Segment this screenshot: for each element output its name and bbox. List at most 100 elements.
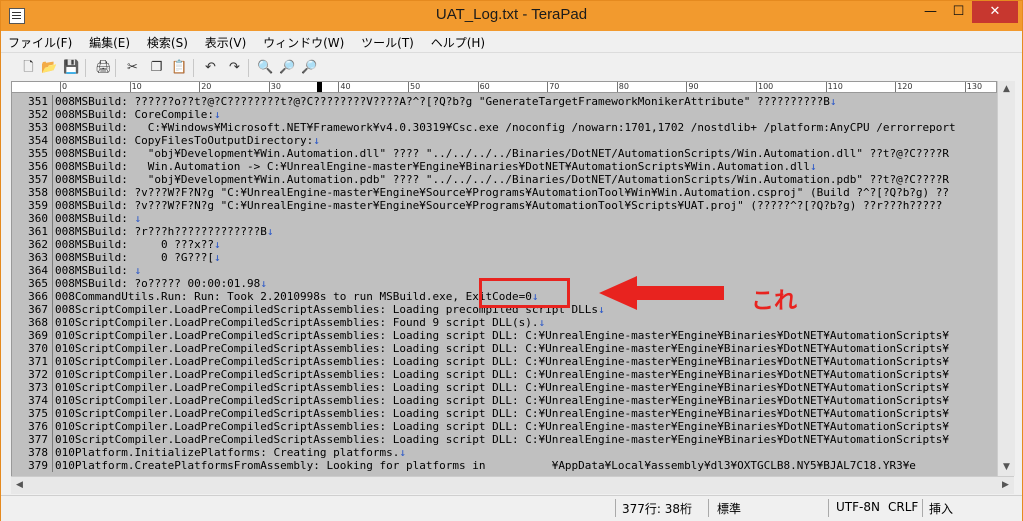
text-line[interactable]: 372 010ScriptCompiler.LoadPreCompiledScri…: [12, 368, 998, 381]
text-line[interactable]: 361 008MSBuild: ?r???h?????????????B↓: [12, 225, 998, 238]
scroll-up-icon[interactable]: ▲: [998, 81, 1015, 98]
text-line[interactable]: 354 008MSBuild: CopyFilesToOutputDirector…: [12, 134, 998, 147]
redo-icon[interactable]: ↷: [225, 58, 244, 77]
line-text: 010ScriptCompiler.LoadPreCompiledScriptA…: [55, 355, 950, 368]
status-divider: [708, 499, 709, 517]
gutter-separator: [52, 381, 53, 394]
scroll-down-icon[interactable]: ▼: [998, 459, 1015, 476]
close-button[interactable]: ✕: [972, 1, 1018, 23]
text-line[interactable]: 362 008MSBuild: 0 ???x??↓: [12, 238, 998, 251]
text-line[interactable]: 375 010ScriptCompiler.LoadPreCompiledScri…: [12, 407, 998, 420]
undo-icon[interactable]: ↶: [201, 58, 220, 77]
gutter-separator: [52, 355, 53, 368]
gutter-separator: [52, 277, 53, 290]
menu-window[interactable]: ウィンドウ(W): [256, 31, 350, 52]
print-icon[interactable]: 🖨: [94, 58, 113, 77]
text-line[interactable]: 369 010ScriptCompiler.LoadPreCompiledScri…: [12, 329, 998, 342]
line-number: 362: [28, 238, 48, 251]
gutter-separator: [52, 199, 53, 212]
line-number: 360: [28, 212, 48, 225]
line-return-mark: ↓: [266, 225, 274, 238]
gutter-separator: [52, 329, 53, 342]
text-line[interactable]: 378 010Platform.InitializePlatforms: Crea…: [12, 446, 998, 459]
text-line[interactable]: 358 008MSBuild: ?v???W?F?N?g "C:¥UnrealEn…: [12, 186, 998, 199]
line-text: 008MSBuild: ?v???W?F?N?g "C:¥UnrealEngin…: [55, 199, 943, 212]
line-text: 010Platform.InitializePlatforms: Creatin…: [55, 446, 400, 459]
text-line[interactable]: 353 008MSBuild: C:¥Windows¥Microsoft.NET¥…: [12, 121, 998, 134]
open-folder-icon[interactable]: 📂: [40, 58, 59, 77]
line-text: 010ScriptCompiler.LoadPreCompiledScriptA…: [55, 433, 950, 446]
text-line[interactable]: 374 010ScriptCompiler.LoadPreCompiledScri…: [12, 394, 998, 407]
text-line[interactable]: 357 008MSBuild: "obj¥Development¥Win.Auto…: [12, 173, 998, 186]
cut-icon[interactable]: ✂: [123, 58, 142, 77]
gutter-separator: [52, 264, 53, 277]
gutter-separator: [52, 420, 53, 433]
find-icon[interactable]: 🔍: [256, 58, 275, 77]
text-line[interactable]: 376 010ScriptCompiler.LoadPreCompiledScri…: [12, 420, 998, 433]
text-line[interactable]: 351 008MSBuild: ??????o??t?@?C????????t?@…: [12, 95, 998, 108]
line-text: 010ScriptCompiler.LoadPreCompiledScriptA…: [55, 381, 950, 394]
save-icon[interactable]: 💾: [62, 58, 81, 77]
line-text: 008MSBuild: 0 ?G???[: [55, 251, 214, 264]
text-line[interactable]: 371 010ScriptCompiler.LoadPreCompiledScri…: [12, 355, 998, 368]
find-next-icon[interactable]: 🔎: [278, 58, 297, 77]
line-text: 008MSBuild: C:¥Windows¥Microsoft.NET¥Fra…: [55, 121, 956, 134]
gutter-separator: [52, 316, 53, 329]
line-text: 008MSBuild: CopyFilesToOutputDirectory:: [55, 134, 314, 147]
ruler-tick: 60: [477, 82, 490, 92]
line-number: 372: [28, 368, 48, 381]
menu-tools[interactable]: ツール(T): [354, 31, 420, 52]
menu-search[interactable]: 検索(S): [140, 31, 194, 52]
menu-edit[interactable]: 編集(E): [82, 31, 136, 52]
text-line[interactable]: 377 010ScriptCompiler.LoadPreCompiledScri…: [12, 433, 998, 446]
ruler-tick: 70: [547, 82, 560, 92]
line-text: 010ScriptCompiler.LoadPreCompiledScriptA…: [55, 368, 950, 381]
ruler-tick: 30: [268, 82, 281, 92]
line-return-mark: ↓: [134, 264, 142, 277]
terapad-window: UAT_Log.txt - TeraPad — ☐ ✕ ファイル(F) 編集(E…: [0, 0, 1023, 521]
text-line[interactable]: 373 010ScriptCompiler.LoadPreCompiledScri…: [12, 381, 998, 394]
gutter-separator: [52, 290, 53, 303]
minimize-button[interactable]: —: [917, 1, 944, 23]
menu-file[interactable]: ファイル(F): [1, 31, 78, 52]
copy-icon[interactable]: ❐: [147, 58, 166, 77]
find-prev-icon[interactable]: 🔎: [300, 58, 319, 77]
line-number: 373: [28, 381, 48, 394]
line-return-mark: ↓: [134, 212, 142, 225]
menu-help[interactable]: ヘルプ(H): [424, 31, 491, 52]
text-line[interactable]: 355 008MSBuild: "obj¥Development¥Win.Auto…: [12, 147, 998, 160]
text-line[interactable]: 363 008MSBuild: 0 ?G???[↓: [12, 251, 998, 264]
text-line[interactable]: 368 010ScriptCompiler.LoadPreCompiledScri…: [12, 316, 998, 329]
text-line[interactable]: 370 010ScriptCompiler.LoadPreCompiledScri…: [12, 342, 998, 355]
line-number: 375: [28, 407, 48, 420]
text-line[interactable]: 364 008MSBuild: ↓: [12, 264, 998, 277]
title-bar[interactable]: UAT_Log.txt - TeraPad — ☐ ✕: [1, 1, 1022, 31]
scroll-right-icon[interactable]: ▶: [997, 477, 1014, 494]
ruler-cursor-marker: [317, 82, 322, 92]
gutter-separator: [52, 160, 53, 173]
maximize-button[interactable]: ☐: [945, 1, 972, 23]
paste-icon[interactable]: 📋: [170, 58, 189, 77]
menu-view[interactable]: 表示(V): [198, 31, 253, 52]
line-text: 008MSBuild: "obj¥Development¥Win.Automat…: [55, 147, 950, 160]
ruler-tick: 50: [408, 82, 421, 92]
line-number: 352: [28, 108, 48, 121]
line-number: 369: [28, 329, 48, 342]
text-line[interactable]: 359 008MSBuild: ?v???W?F?N?g "C:¥UnrealEn…: [12, 199, 998, 212]
text-line[interactable]: 356 008MSBuild: Win.Automation -> C:¥Unre…: [12, 160, 998, 173]
line-text: 008MSBuild: 0 ???x??: [55, 238, 214, 251]
text-line[interactable]: 360 008MSBuild: ↓: [12, 212, 998, 225]
text-line[interactable]: 379 010Platform.CreatePlatformsFromAssemb…: [12, 459, 998, 472]
horizontal-scrollbar[interactable]: ◀ ▶: [11, 476, 1014, 494]
line-text: 008MSBuild: ?o????? 00:00:01.98: [55, 277, 261, 290]
newline-indicator: CRLF: [888, 500, 919, 514]
gutter-separator: [52, 186, 53, 199]
insert-mode: 挿入: [929, 502, 954, 516]
line-text: 010ScriptCompiler.LoadPreCompiledScriptA…: [55, 316, 539, 329]
line-text: 010ScriptCompiler.LoadPreCompiledScriptA…: [55, 407, 950, 420]
window-title: UAT_Log.txt - TeraPad: [435, 6, 588, 23]
vertical-scrollbar[interactable]: ▲ ▼: [997, 81, 1015, 476]
scroll-left-icon[interactable]: ◀: [11, 477, 28, 494]
new-file-icon[interactable]: 🗋: [19, 58, 38, 77]
text-line[interactable]: 352 008MSBuild: CoreCompile:↓: [12, 108, 998, 121]
